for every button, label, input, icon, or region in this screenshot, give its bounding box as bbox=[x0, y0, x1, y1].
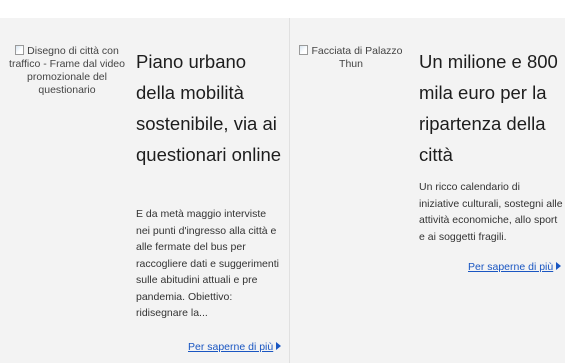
article-summary: E da metà maggio interviste nei punti d'… bbox=[136, 208, 279, 319]
column-divider bbox=[289, 18, 290, 363]
article-image-alt: Facciata di Palazzo Thun bbox=[311, 45, 403, 70]
read-more-label: Per saperne di più bbox=[468, 261, 554, 273]
article-image-alt: Disegno di città con traffico - Frame da… bbox=[9, 45, 125, 96]
read-more-label: Per saperne di più bbox=[188, 341, 274, 353]
triangle-right-icon bbox=[276, 342, 282, 350]
article-title[interactable]: Un milione e 800 mila euro per la ripart… bbox=[419, 46, 565, 170]
article-image[interactable]: Disegno di città con traffico - Frame da… bbox=[4, 45, 130, 97]
read-more-link[interactable]: Per saperne di più bbox=[468, 261, 562, 273]
top-strip bbox=[0, 0, 565, 18]
broken-image-icon bbox=[15, 45, 25, 55]
article-summary: Un ricco calendario di iniziative cultur… bbox=[419, 181, 563, 243]
read-more-link[interactable]: Per saperne di più bbox=[188, 341, 282, 353]
triangle-right-icon bbox=[556, 262, 562, 270]
article-image[interactable]: Facciata di Palazzo Thun bbox=[292, 45, 410, 71]
broken-image-icon bbox=[299, 45, 309, 55]
article-title[interactable]: Piano urbano della mobilità sostenibile,… bbox=[136, 46, 286, 170]
